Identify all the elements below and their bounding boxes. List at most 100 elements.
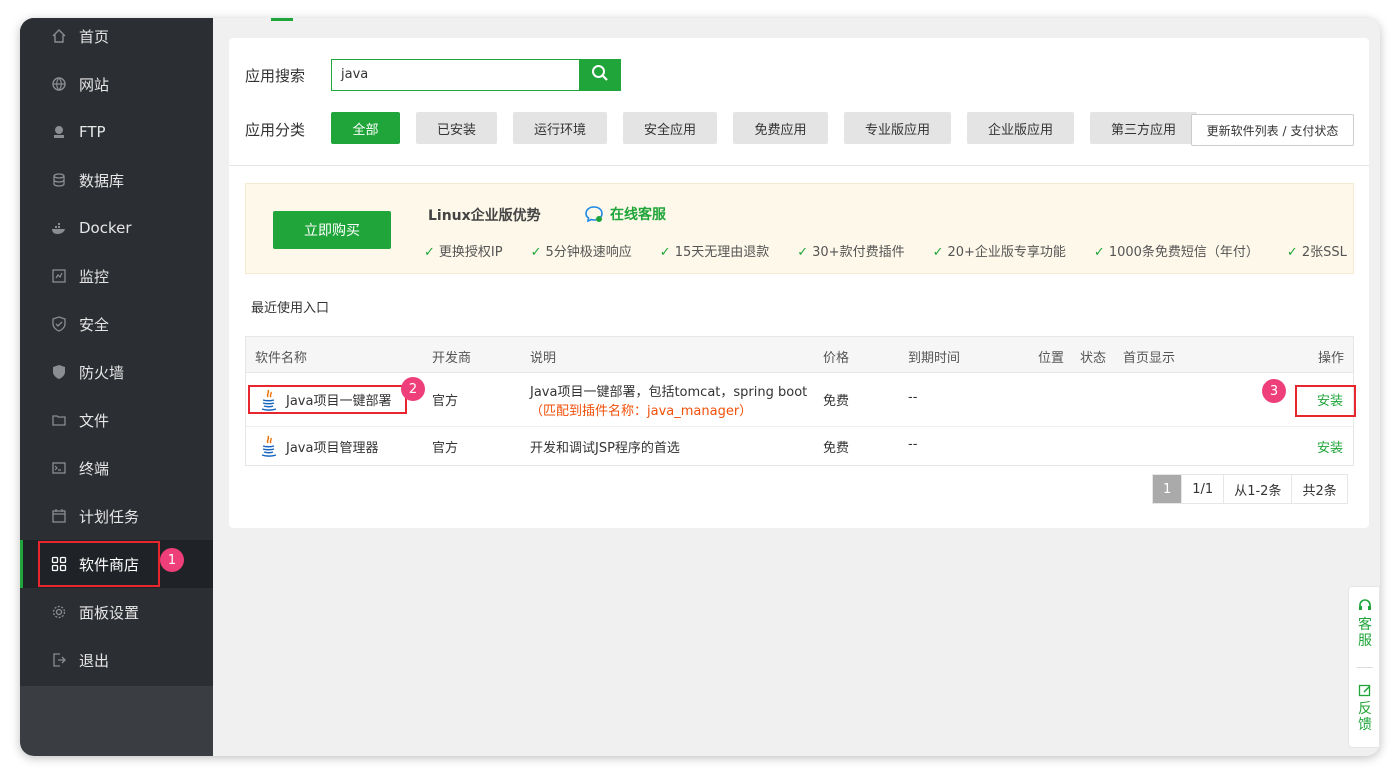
sidebar-item-monitor[interactable]: 监控 [20, 252, 213, 300]
software-name[interactable]: Java项目管理器 [286, 437, 378, 456]
expiry: -- [908, 390, 918, 405]
gear-icon [50, 603, 68, 621]
category-tab-third-party[interactable]: 第三方应用 [1090, 112, 1197, 144]
price: 免费 [823, 394, 850, 409]
category-tab-security[interactable]: 安全应用 [623, 112, 717, 144]
header-homepage: 首页显示 [1123, 351, 1176, 366]
developer: 官方 [432, 441, 459, 456]
customer-service-label: 客服 [1358, 617, 1372, 649]
table-row: Java项目管理器 官方 开发和调试JSP程序的首选 免费 -- 安装 [246, 427, 1353, 465]
highlight-box-java-project [248, 385, 407, 414]
header-name[interactable]: 软件名称 [255, 347, 307, 366]
step-badge-2: 2 [401, 377, 425, 401]
description: Java项目一键部署，包括tomcat，spring boot [530, 385, 808, 400]
plugin-match-note: （匹配到插件名称：java_manager） [530, 404, 753, 419]
highlight-box-app-store [38, 541, 160, 587]
sidebar-item-website[interactable]: 网站 [20, 60, 213, 108]
price: 免费 [823, 441, 850, 456]
step-badge-3: 3 [1262, 379, 1286, 403]
feature-item: ✓ 更换授权IP [424, 245, 503, 260]
buy-now-button[interactable]: 立即购买 [273, 211, 391, 249]
chat-icon [584, 205, 604, 223]
feature-item: ✓ 30+款付费插件 [797, 245, 905, 260]
edit-icon [1358, 683, 1372, 701]
category-tab-free[interactable]: 免费应用 [733, 112, 828, 144]
sidebar-item-label: 文件 [79, 411, 110, 430]
logout-icon [50, 651, 68, 669]
floating-help-panel: 客服 反馈 [1348, 586, 1380, 748]
sidebar-item-terminal[interactable]: 终端 [20, 444, 213, 492]
panel-divider [1357, 667, 1373, 668]
install-button[interactable]: 安装 [1317, 437, 1343, 456]
step-badge-1: 1 [160, 548, 184, 572]
sidebar-item-label: 安全 [79, 315, 110, 334]
feature-list: ✓ 更换授权IP ✓ 5分钟极速响应 ✓ 15天无理由退款 ✓ 30+款付费插件 ✓ 20… [424, 241, 1347, 260]
docker-icon [50, 219, 68, 237]
table-header: 软件名称 开发商 说明 价格 到期时间 位置 状态 首页显示 操作 [246, 337, 1353, 373]
search-button[interactable] [579, 59, 621, 91]
header-description: 说明 [530, 351, 557, 366]
category-tab-installed[interactable]: 已安装 [416, 112, 497, 144]
top-tab-indicator [271, 18, 293, 21]
sidebar-item-logout[interactable]: 退出 [20, 636, 213, 684]
globe-icon [50, 75, 68, 93]
divider [229, 165, 1369, 166]
header-expiry: 到期时间 [908, 351, 961, 366]
shield-icon [50, 315, 68, 333]
header-location: 位置 [1038, 351, 1065, 366]
software-table: 软件名称 开发商 说明 价格 到期时间 位置 状态 首页显示 操作 Java项目… [245, 336, 1354, 466]
sidebar-item-label: 防火墙 [79, 363, 125, 382]
main-content: 应用搜索 java 应用分类 全部 已安装 运行环境 安全应用 免费应用 专业版… [213, 18, 1380, 756]
category-tab-runtime[interactable]: 运行环境 [513, 112, 607, 144]
search-icon [591, 64, 609, 86]
highlight-box-install [1295, 385, 1356, 417]
pagination: 1 1/1 从1-2条 共2条 [1152, 474, 1348, 504]
page-total: 共2条 [1292, 475, 1347, 503]
feature-item: ✓ 1000条免费短信（年付） [1093, 245, 1259, 260]
sidebar-item-label: Docker [79, 219, 132, 237]
category-tab-enterprise[interactable]: 企业版应用 [967, 112, 1074, 144]
feature-item: ✓ 2张SSL [1286, 245, 1347, 260]
enterprise-promo-banner: 立即购买 Linux企业版优势 在线客服 ✓ 更换授权IP ✓ 5分钟极速响应 ✓ 1… [245, 183, 1354, 274]
sidebar-item-security[interactable]: 安全 [20, 300, 213, 348]
sidebar-item-label: 终端 [79, 459, 110, 478]
page-current[interactable]: 1 [1153, 475, 1183, 503]
sidebar-item-docker[interactable]: Docker [20, 204, 213, 252]
folder-icon [50, 411, 68, 429]
sidebar-item-label: 计划任务 [79, 507, 140, 526]
sidebar-item-home[interactable]: 首页 [20, 18, 213, 60]
description: 开发和调试JSP程序的首选 [530, 441, 680, 456]
sidebar-item-label: FTP [79, 123, 106, 141]
sidebar-item-cron[interactable]: 计划任务 [20, 492, 213, 540]
category-tab-pro[interactable]: 专业版应用 [844, 112, 951, 144]
sidebar-item-files[interactable]: 文件 [20, 396, 213, 444]
online-service-label: 在线客服 [610, 207, 666, 223]
recent-entries-label: 最近使用入口 [251, 301, 330, 316]
ftp-icon [50, 123, 68, 141]
sidebar-item-label: 网站 [79, 75, 110, 94]
home-icon [50, 27, 68, 45]
sidebar-item-firewall[interactable]: 防火墙 [20, 348, 213, 396]
headset-icon [1358, 599, 1372, 617]
feedback-button[interactable]: 反馈 [1349, 683, 1380, 733]
feature-item: ✓ 5分钟极速响应 [530, 245, 632, 260]
sidebar-item-settings[interactable]: 面板设置 [20, 588, 213, 636]
sidebar-item-label: 退出 [79, 651, 110, 670]
sidebar-item-ftp[interactable]: FTP [20, 108, 213, 156]
search-input[interactable]: java [331, 59, 579, 91]
sidebar-item-label: 面板设置 [79, 603, 140, 622]
category-tab-all[interactable]: 全部 [331, 112, 400, 144]
update-software-list-button[interactable]: 更新软件列表 / 支付状态 [1191, 114, 1354, 146]
terminal-icon [50, 459, 68, 477]
promo-title: Linux企业版优势 [428, 208, 541, 224]
header-action: 操作 [1317, 351, 1344, 366]
header-price[interactable]: 价格 [823, 347, 849, 366]
header-developer: 开发商 [432, 351, 472, 366]
sidebar-item-database[interactable]: 数据库 [20, 156, 213, 204]
firewall-icon [50, 363, 68, 381]
search-label: 应用搜索 [245, 67, 306, 85]
monitor-icon [50, 267, 68, 285]
online-service-link[interactable]: 在线客服 [584, 204, 666, 224]
database-icon [50, 171, 68, 189]
customer-service-button[interactable]: 客服 [1349, 599, 1380, 649]
